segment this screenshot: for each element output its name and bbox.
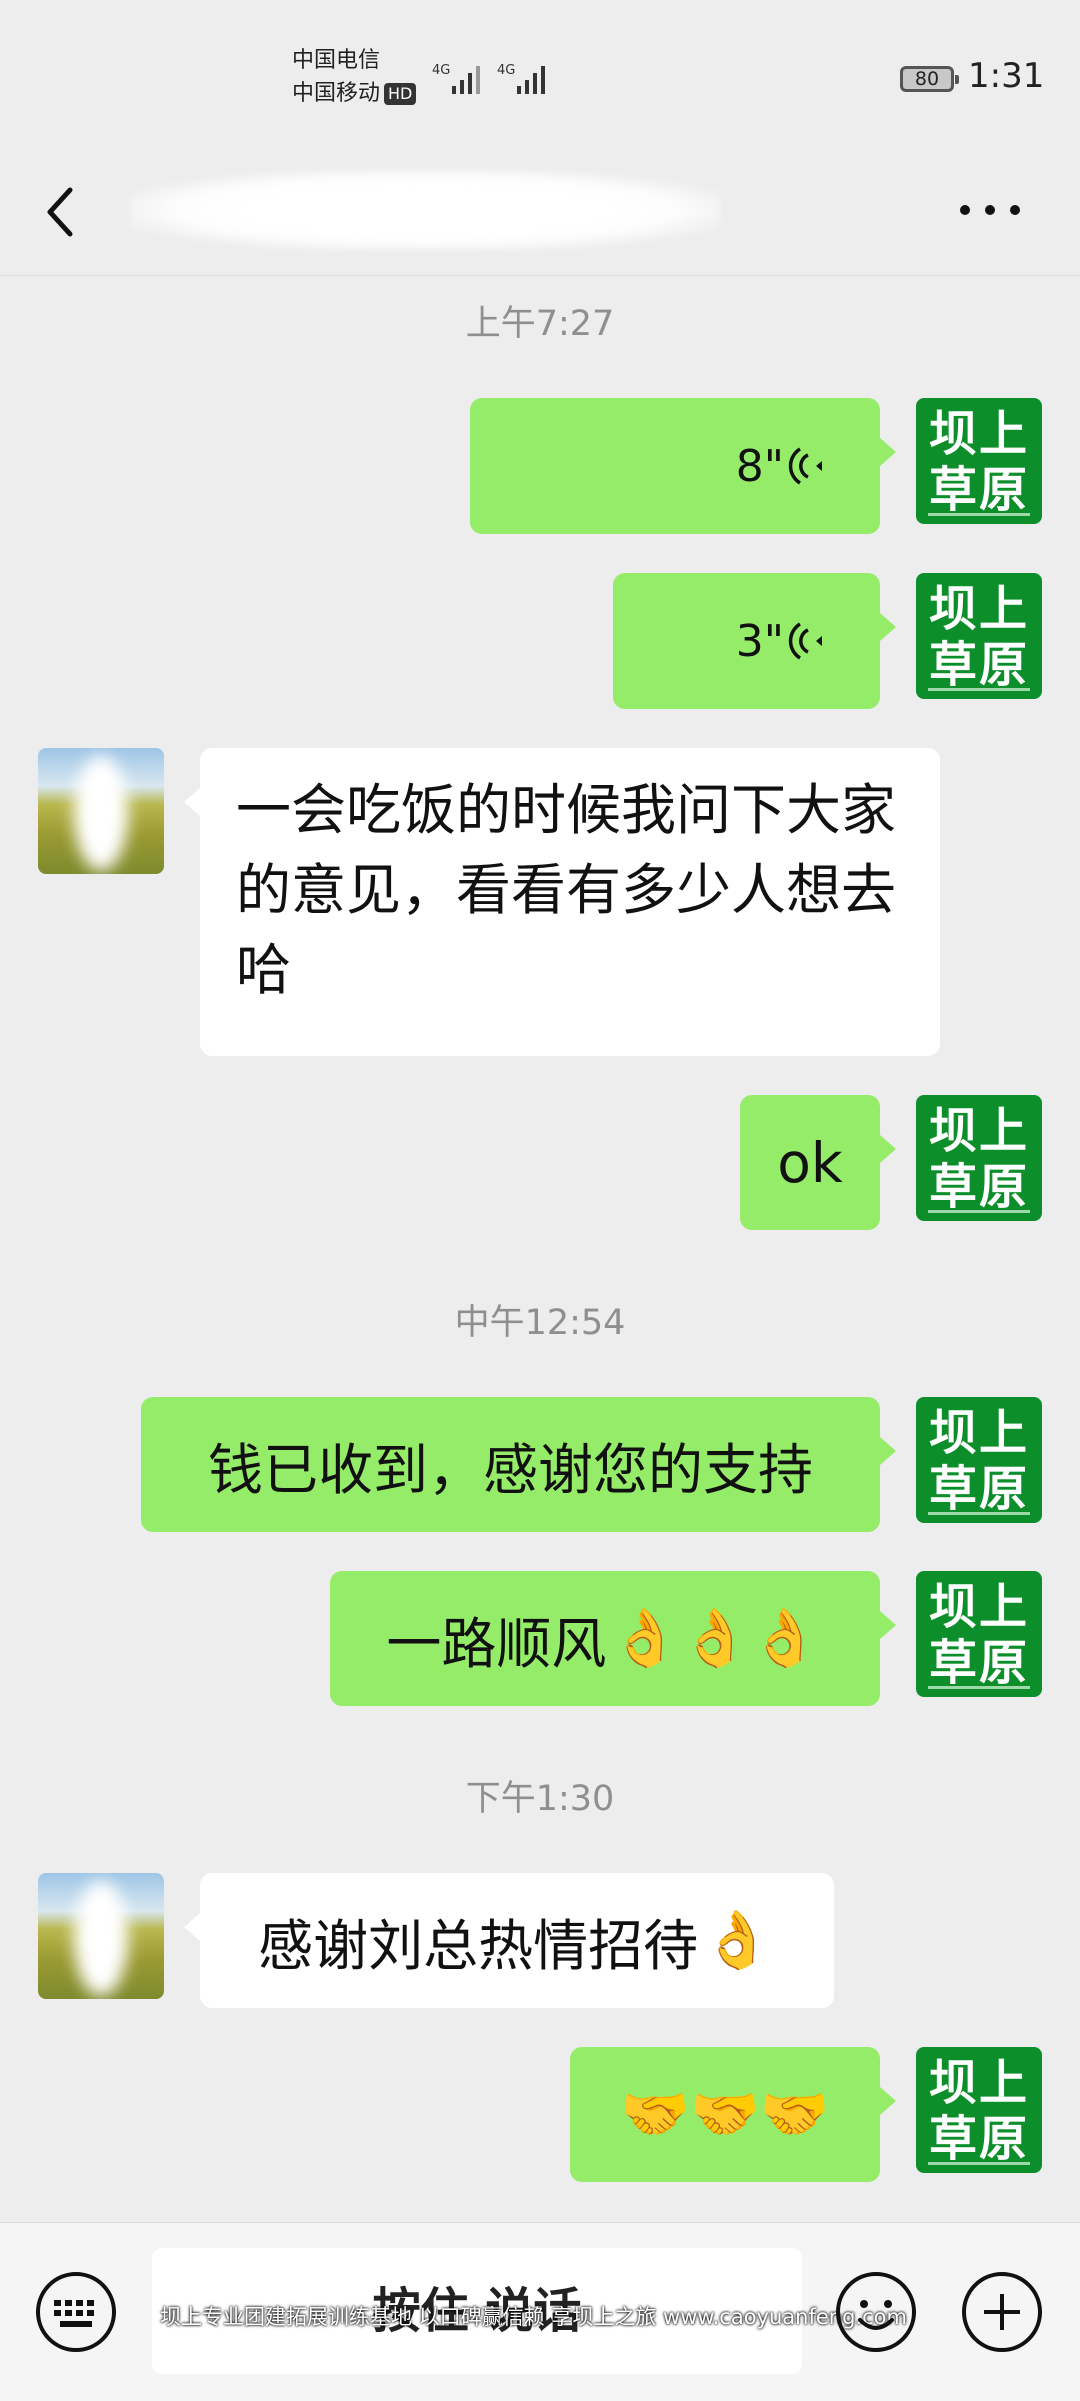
avatar-blur bbox=[74, 756, 128, 871]
chat-header bbox=[0, 150, 1080, 276]
network-label-2: 4G bbox=[497, 63, 515, 78]
avatar-text-line1: 坝上 bbox=[928, 581, 1029, 637]
input-bar: 按住 说话 坝上专业团建拓展训练基地 以口碑赢信赖 享坝上之旅 www.caoy… bbox=[0, 2222, 1080, 2401]
chat-title-blurred bbox=[130, 170, 720, 250]
signal-icon-2: 4G bbox=[497, 63, 545, 94]
contact-avatar[interactable] bbox=[38, 1873, 164, 1999]
keyboard-icon[interactable] bbox=[34, 2270, 118, 2354]
ok-hand-emoji: 👌👌👌 bbox=[610, 1605, 820, 1671]
timestamp: 中午12:54 bbox=[454, 1303, 626, 1343]
battery-level: 80 bbox=[914, 68, 940, 90]
avatar-text-line1: 坝上 bbox=[928, 2055, 1029, 2111]
watermark-text: 坝上专业团建拓展训练基地 以口碑赢信赖 享坝上之旅 www.caoyuanfen… bbox=[160, 2305, 907, 2329]
avatar-blur bbox=[74, 1881, 128, 1996]
handshake-emoji: 🤝🤝🤝 bbox=[620, 2081, 830, 2147]
sent-message-bubble[interactable]: ok bbox=[740, 1095, 896, 1230]
voice-message-bubble[interactable]: 8" bbox=[470, 398, 896, 534]
status-bar: 中国电信 中国移动 HD 4G 4G 80 1:31 bbox=[0, 0, 1080, 150]
my-avatar[interactable]: 坝上 草原 bbox=[916, 398, 1042, 524]
received-message-bubble[interactable]: 一会吃饭的时候我问下大家的意见，看看有多少人想去哈 bbox=[184, 748, 940, 1056]
message-text: 感谢刘总热情招待 bbox=[258, 1913, 699, 1978]
hd-badge: HD bbox=[384, 83, 417, 105]
carrier-1: 中国电信 bbox=[292, 48, 381, 73]
avatar-text-line2: 草原 bbox=[928, 1461, 1029, 1517]
avatar-text-line1: 坝上 bbox=[928, 1103, 1029, 1159]
voice-duration: 8" bbox=[735, 440, 784, 492]
sent-message-bubble[interactable]: 钱已收到，感谢您的支持 bbox=[141, 1397, 896, 1532]
ok-hand-emoji: 👌 bbox=[702, 1907, 772, 1973]
sent-message-bubble[interactable]: 🤝🤝🤝 bbox=[570, 2047, 896, 2182]
avatar-text-line2: 草原 bbox=[928, 462, 1029, 518]
timestamp: 下午1:30 bbox=[465, 1779, 615, 1819]
avatar-text-line2: 草原 bbox=[928, 2111, 1029, 2167]
status-time: 1:31 bbox=[968, 56, 1045, 96]
avatar-text-line2: 草原 bbox=[928, 1159, 1029, 1215]
avatar-strip bbox=[928, 1686, 1030, 1689]
voice-wave-icon bbox=[788, 622, 822, 660]
timestamp: 上午7:27 bbox=[465, 304, 615, 344]
voice-wave-icon bbox=[788, 447, 822, 485]
avatar-strip bbox=[928, 1210, 1030, 1213]
message-text: ok bbox=[777, 1130, 843, 1195]
signal-icon-1: 4G bbox=[432, 63, 480, 94]
carrier-info: 中国电信 中国移动 HD bbox=[292, 44, 417, 110]
smiley-icon[interactable] bbox=[834, 2270, 918, 2354]
my-avatar[interactable]: 坝上 草原 bbox=[916, 1397, 1042, 1523]
battery-icon: 80 bbox=[900, 66, 959, 92]
contact-avatar[interactable] bbox=[38, 748, 164, 874]
my-avatar[interactable]: 坝上 草原 bbox=[916, 2047, 1042, 2173]
my-avatar[interactable]: 坝上 草原 bbox=[916, 1095, 1042, 1221]
avatar-text-line1: 坝上 bbox=[928, 1579, 1029, 1635]
more-horizontal-icon[interactable] bbox=[955, 195, 1025, 225]
message-text: 一路顺风 bbox=[386, 1611, 607, 1676]
avatar-strip bbox=[928, 1512, 1030, 1515]
received-message-bubble[interactable]: 感谢刘总热情招待 👌 bbox=[184, 1873, 834, 2008]
carrier-2-row: 中国移动 HD bbox=[292, 77, 417, 110]
voice-message-bubble[interactable]: 3" bbox=[613, 573, 896, 709]
voice-duration: 3" bbox=[735, 615, 784, 667]
avatar-text-line2: 草原 bbox=[928, 1635, 1029, 1691]
network-label-1: 4G bbox=[432, 63, 450, 78]
sent-message-bubble[interactable]: 一路顺风 👌👌👌 bbox=[330, 1571, 896, 1706]
carrier-2: 中国移动 bbox=[292, 81, 381, 106]
avatar-strip bbox=[928, 688, 1030, 691]
avatar-text-line2: 草原 bbox=[928, 637, 1029, 693]
plus-circle-icon[interactable] bbox=[960, 2270, 1044, 2354]
avatar-text-line1: 坝上 bbox=[928, 1405, 1029, 1461]
message-text: 一会吃饭的时候我问下大家的意见，看看有多少人想去哈 bbox=[236, 778, 897, 1002]
my-avatar[interactable]: 坝上 草原 bbox=[916, 573, 1042, 699]
avatar-strip bbox=[928, 513, 1030, 516]
message-text: 钱已收到，感谢您的支持 bbox=[207, 1437, 813, 1502]
my-avatar[interactable]: 坝上 草原 bbox=[916, 1571, 1042, 1697]
avatar-text-line1: 坝上 bbox=[928, 406, 1029, 462]
avatar-strip bbox=[928, 2162, 1030, 2165]
chevron-left-icon[interactable] bbox=[38, 172, 88, 252]
